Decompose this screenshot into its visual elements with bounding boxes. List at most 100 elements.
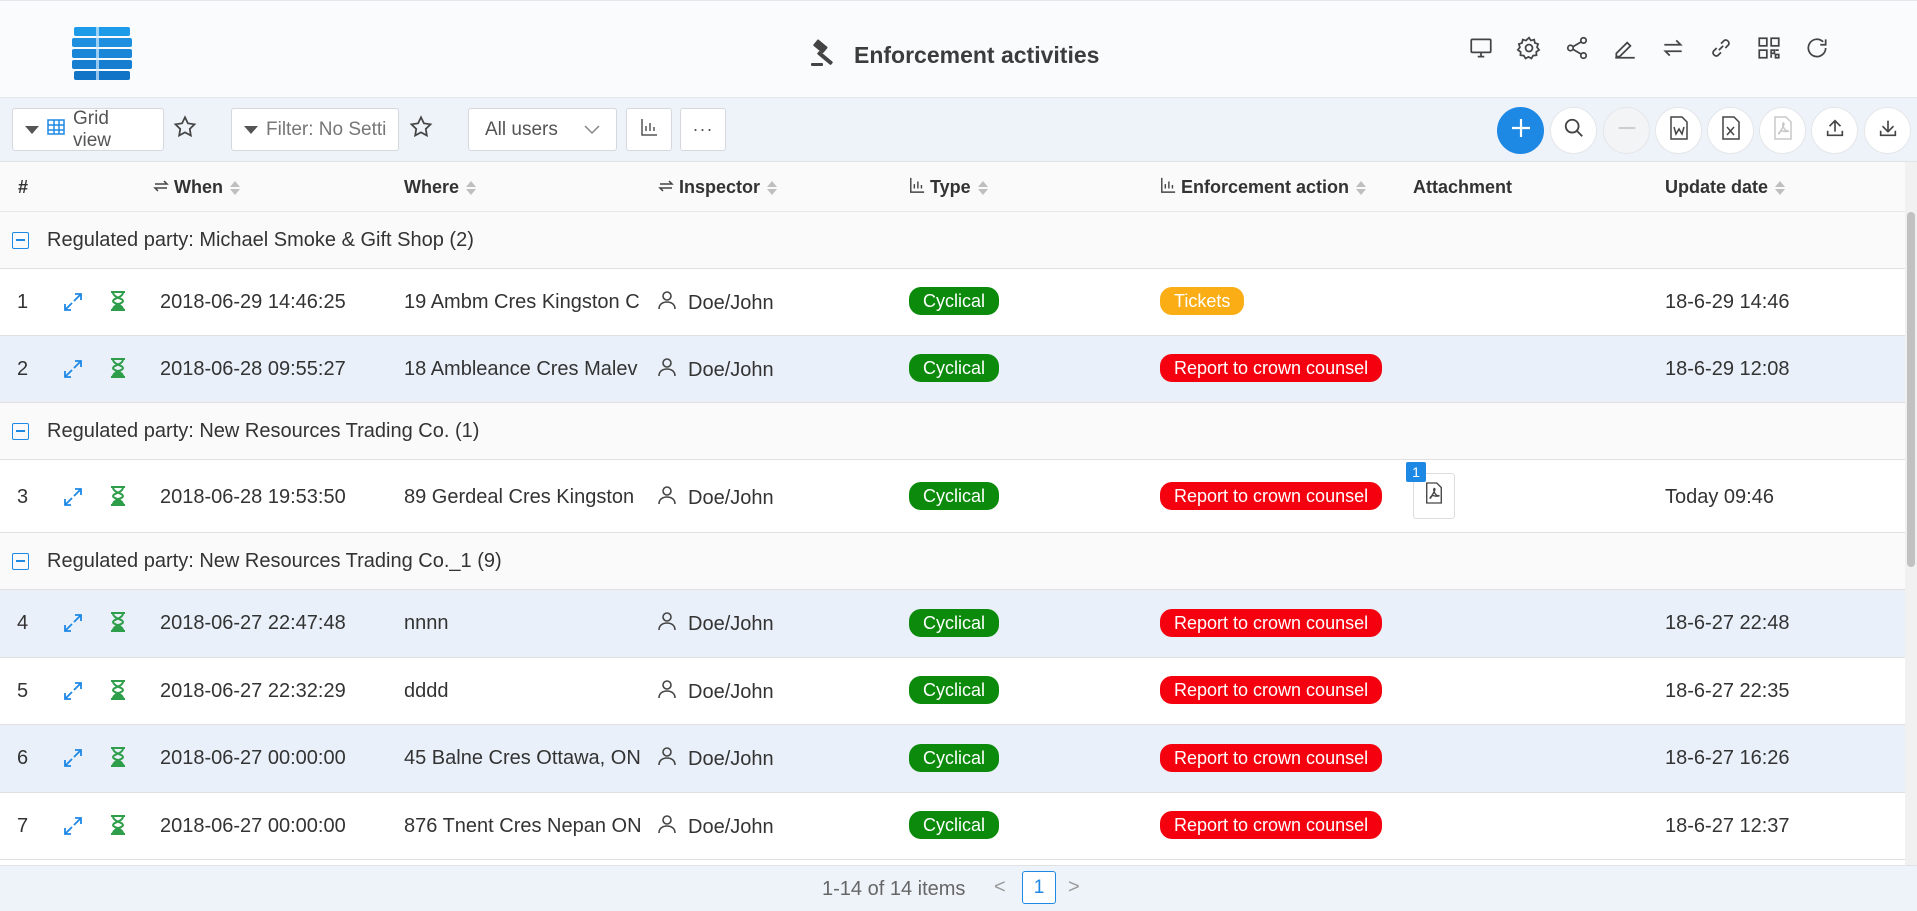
collapse-icon[interactable] bbox=[12, 231, 29, 249]
table-row[interactable]: 4 2018-06-27 22:47:48 nnnn Doe/John Cycl… bbox=[0, 590, 1905, 658]
upload-icon bbox=[1824, 117, 1846, 144]
sort-icon bbox=[230, 180, 240, 195]
grid-view-label: Grid view bbox=[73, 107, 112, 151]
col-update-date[interactable]: Update date bbox=[1665, 177, 1786, 198]
table-row[interactable]: 6 2018-06-27 00:00:00 45 Balne Cres Otta… bbox=[0, 725, 1905, 793]
vertical-scrollbar[interactable] bbox=[1905, 162, 1917, 865]
star-icon[interactable] bbox=[172, 114, 202, 144]
scrollbar-thumb[interactable] bbox=[1907, 212, 1915, 567]
where-cell: 45 Balne Cres Ottawa, ON bbox=[404, 747, 641, 769]
search-button[interactable] bbox=[1550, 107, 1597, 154]
pagination-total: 1-14 of 14 items bbox=[822, 878, 966, 900]
update-date-cell: 18-6-27 22:35 bbox=[1665, 680, 1790, 702]
collapse-icon[interactable] bbox=[12, 422, 29, 440]
attachment-thumbnail[interactable]: 1 bbox=[1406, 462, 1455, 519]
where-cell: 89 Gerdeal Cres Kingston bbox=[404, 486, 635, 508]
col-type[interactable]: Type bbox=[909, 177, 988, 198]
when-cell: 2018-06-28 09:55:27 bbox=[160, 358, 346, 380]
current-page-button[interactable]: 1 bbox=[1022, 871, 1056, 904]
export-excel-button[interactable] bbox=[1707, 107, 1754, 154]
users-select[interactable]: All users bbox=[468, 108, 617, 151]
inspector-cell: Doe/John bbox=[658, 746, 774, 772]
filter-label: Filter: No Setti bbox=[266, 118, 386, 140]
action-tag: Report to crown counsel bbox=[1160, 744, 1383, 772]
when-cell: 2018-06-27 22:32:29 bbox=[160, 680, 346, 702]
add-button[interactable] bbox=[1497, 107, 1544, 154]
expand-icon[interactable] bbox=[62, 747, 84, 769]
when-cell: 2018-06-28 19:53:50 bbox=[160, 486, 346, 508]
table-header: # When Where Inspector Type Enforcement … bbox=[0, 162, 1905, 212]
update-date-cell: 18-6-27 22:48 bbox=[1665, 612, 1790, 634]
bar-chart-icon bbox=[640, 118, 658, 141]
type-tag: Cyclical bbox=[909, 744, 1000, 772]
attachment-count-badge: 1 bbox=[1406, 462, 1426, 482]
group-label: Regulated party: New Resources Trading C… bbox=[47, 549, 502, 572]
when-cell: 2018-06-27 00:00:00 bbox=[160, 815, 346, 837]
grid-icon bbox=[47, 118, 65, 141]
plus-icon bbox=[1509, 116, 1533, 145]
share-icon[interactable] bbox=[1560, 31, 1594, 65]
user-icon bbox=[658, 357, 676, 383]
table-row[interactable]: 1 2018-06-29 14:46:25 19 Ambm Cres Kings… bbox=[0, 269, 1905, 336]
hourglass-icon bbox=[107, 746, 129, 768]
export-pdf-button[interactable] bbox=[1759, 107, 1806, 154]
action-tag: Report to crown counsel bbox=[1160, 354, 1383, 382]
filter-button[interactable]: Filter: No Setti bbox=[231, 108, 399, 151]
link-icon[interactable] bbox=[1704, 31, 1738, 65]
hourglass-icon bbox=[107, 485, 129, 507]
expand-icon[interactable] bbox=[62, 680, 84, 702]
expand-icon[interactable] bbox=[62, 612, 84, 634]
edit-icon[interactable] bbox=[1608, 31, 1642, 65]
download-button[interactable] bbox=[1864, 107, 1911, 154]
export-word-button[interactable] bbox=[1655, 107, 1702, 154]
row-number: 2 bbox=[17, 358, 29, 380]
pagination-bar: 1-14 of 14 items < 1 > bbox=[0, 865, 1917, 911]
swap-icon[interactable] bbox=[1656, 31, 1690, 65]
user-icon bbox=[658, 611, 676, 637]
expand-icon[interactable] bbox=[62, 291, 84, 313]
group-row: Regulated party: New Resources Trading C… bbox=[0, 403, 1905, 460]
user-icon bbox=[658, 679, 676, 705]
monitor-icon[interactable] bbox=[1464, 31, 1498, 65]
prev-page-button[interactable]: < bbox=[994, 876, 1006, 899]
sort-icon bbox=[767, 180, 778, 195]
col-where[interactable]: Where bbox=[404, 177, 477, 198]
table-row[interactable]: 2 2018-06-28 09:55:27 18 Ambleance Cres … bbox=[0, 336, 1905, 403]
app-logo-icon[interactable] bbox=[70, 25, 134, 83]
expand-icon[interactable] bbox=[62, 815, 84, 837]
search-icon bbox=[1563, 117, 1585, 144]
row-number: 7 bbox=[17, 815, 29, 837]
col-inspector[interactable]: Inspector bbox=[658, 177, 778, 198]
hourglass-icon bbox=[107, 814, 129, 836]
row-number: 4 bbox=[17, 612, 29, 634]
chart-button[interactable] bbox=[626, 108, 672, 151]
delete-button[interactable] bbox=[1603, 107, 1650, 154]
inspector-name: Doe/John bbox=[688, 358, 774, 381]
col-enforcement-action[interactable]: Enforcement action bbox=[1160, 177, 1367, 198]
star-icon[interactable] bbox=[408, 114, 438, 144]
attachment-cell[interactable]: 1 bbox=[1406, 462, 1455, 519]
inspector-cell: Doe/John bbox=[658, 679, 774, 705]
group-label: Regulated party: Michael Smoke & Gift Sh… bbox=[47, 228, 474, 251]
gear-icon[interactable] bbox=[1512, 31, 1546, 65]
action-tag: Report to crown counsel bbox=[1160, 676, 1383, 704]
upload-button[interactable] bbox=[1811, 107, 1858, 154]
table-row[interactable]: 3 2018-06-28 19:53:50 89 Gerdeal Cres Ki… bbox=[0, 460, 1905, 533]
where-cell: 19 Ambm Cres Kingston C bbox=[404, 291, 640, 313]
col-when[interactable]: When bbox=[153, 177, 240, 198]
inspector-name: Doe/John bbox=[688, 291, 774, 314]
grid-view-button[interactable]: Grid view bbox=[12, 108, 164, 151]
collapse-icon[interactable] bbox=[12, 552, 29, 570]
table-row[interactable]: 5 2018-06-27 22:32:29 dddd Doe/John Cycl… bbox=[0, 658, 1905, 725]
hourglass-icon bbox=[107, 679, 129, 701]
expand-icon[interactable] bbox=[62, 358, 84, 380]
more-button[interactable]: ··· bbox=[680, 108, 726, 151]
table-row[interactable]: 7 2018-06-27 00:00:00 876 Tnent Cres Nep… bbox=[0, 793, 1905, 860]
expand-icon[interactable] bbox=[62, 486, 84, 508]
app-header: Enforcement activities bbox=[0, 0, 1917, 98]
hourglass-icon bbox=[107, 357, 129, 379]
refresh-icon[interactable] bbox=[1800, 31, 1834, 65]
qr-code-icon[interactable] bbox=[1752, 31, 1786, 65]
swap-icon bbox=[658, 177, 674, 198]
next-page-button[interactable]: > bbox=[1068, 876, 1080, 899]
